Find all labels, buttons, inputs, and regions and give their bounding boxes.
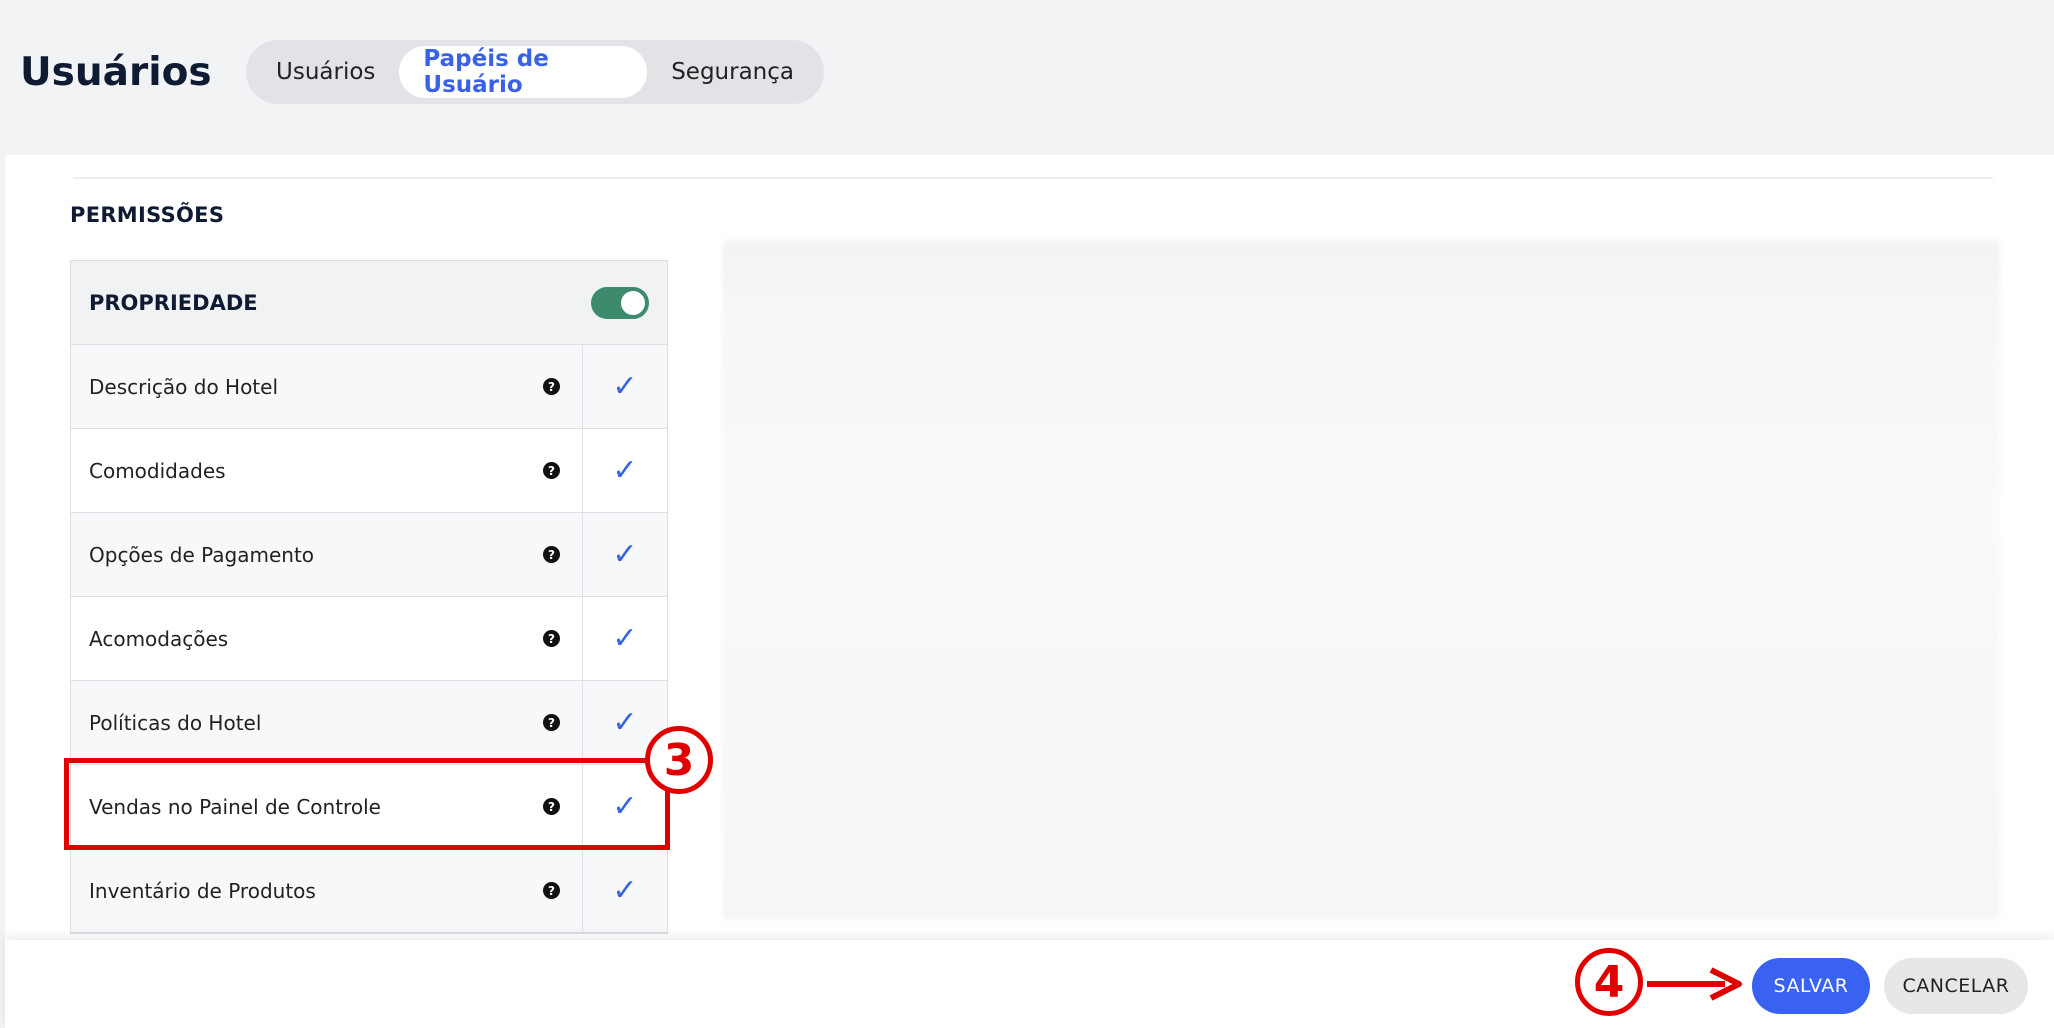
permission-name-cell: Acomodações? <box>71 597 583 680</box>
tab-papeis-de-usuario[interactable]: Papéis de Usuário <box>399 46 648 98</box>
annotation-highlight-box <box>64 758 670 850</box>
help-icon[interactable]: ? <box>543 378 560 395</box>
permission-name-cell: Políticas do Hotel? <box>71 681 583 764</box>
permission-name-cell: Descrição do Hotel? <box>71 345 583 428</box>
permission-name: Inventário de Produtos <box>89 878 316 903</box>
check-icon: ✓ <box>612 621 638 656</box>
permission-check-cell[interactable]: ✓ <box>583 597 667 680</box>
permission-row: Inventário de Produtos? ✓ <box>71 849 667 933</box>
save-button[interactable]: SALVAR <box>1752 958 1870 1014</box>
permission-name-cell: Inventário de Produtos? <box>71 849 583 932</box>
help-icon[interactable]: ? <box>543 714 560 731</box>
permissions-group-header: PROPRIEDADE <box>71 261 667 345</box>
permission-name-cell: Opções de Pagamento? <box>71 513 583 596</box>
annotation-step-3-badge: 3 <box>645 726 713 794</box>
tab-bar: Usuários Papéis de Usuário Segurança <box>246 40 824 104</box>
help-icon[interactable]: ? <box>543 882 560 899</box>
permission-check-cell[interactable]: ✓ <box>583 345 667 428</box>
permission-check-cell[interactable]: ✓ <box>583 429 667 512</box>
check-icon: ✓ <box>612 537 638 572</box>
permission-row: Políticas do Hotel? ✓ <box>71 681 667 765</box>
group-label: PROPRIEDADE <box>89 290 258 315</box>
check-icon: ✓ <box>612 369 638 404</box>
tab-usuarios[interactable]: Usuários <box>252 46 399 98</box>
main-panel: PERMISSÕES PROPRIEDADE Descrição do Hote… <box>5 155 2054 1028</box>
help-icon[interactable]: ? <box>543 546 560 563</box>
permission-check-cell[interactable]: ✓ <box>583 849 667 932</box>
permission-name: Descrição do Hotel <box>89 374 279 399</box>
permission-name: Comodidades <box>89 458 226 483</box>
permission-name: Acomodações <box>89 626 229 651</box>
blurred-content-area <box>722 240 2000 920</box>
help-icon[interactable]: ? <box>543 462 560 479</box>
permission-row: Acomodações? ✓ <box>71 597 667 681</box>
permission-name: Políticas do Hotel <box>89 710 262 735</box>
check-icon: ✓ <box>612 873 638 908</box>
cancel-button[interactable]: CANCELAR <box>1884 958 2028 1014</box>
permission-check-cell[interactable]: ✓ <box>583 513 667 596</box>
permission-name: Opções de Pagamento <box>89 542 315 567</box>
help-icon[interactable]: ? <box>543 630 560 647</box>
annotation-step-4-badge: 4 <box>1575 948 1643 1016</box>
permission-row: Opções de Pagamento? ✓ <box>71 513 667 597</box>
group-toggle-switch[interactable] <box>591 286 649 319</box>
permission-row: Descrição do Hotel? ✓ <box>71 345 667 429</box>
permission-name-cell: Comodidades? <box>71 429 583 512</box>
permission-row: Comodidades? ✓ <box>71 429 667 513</box>
check-icon: ✓ <box>612 705 638 740</box>
divider <box>73 177 1993 179</box>
section-title-permissoes: PERMISSÕES <box>70 203 225 227</box>
page-title: Usuários <box>20 50 212 95</box>
check-icon: ✓ <box>612 453 638 488</box>
action-bar <box>5 940 2054 1028</box>
tab-seguranca[interactable]: Segurança <box>647 46 818 98</box>
arrow-right-icon <box>1647 967 1742 1001</box>
